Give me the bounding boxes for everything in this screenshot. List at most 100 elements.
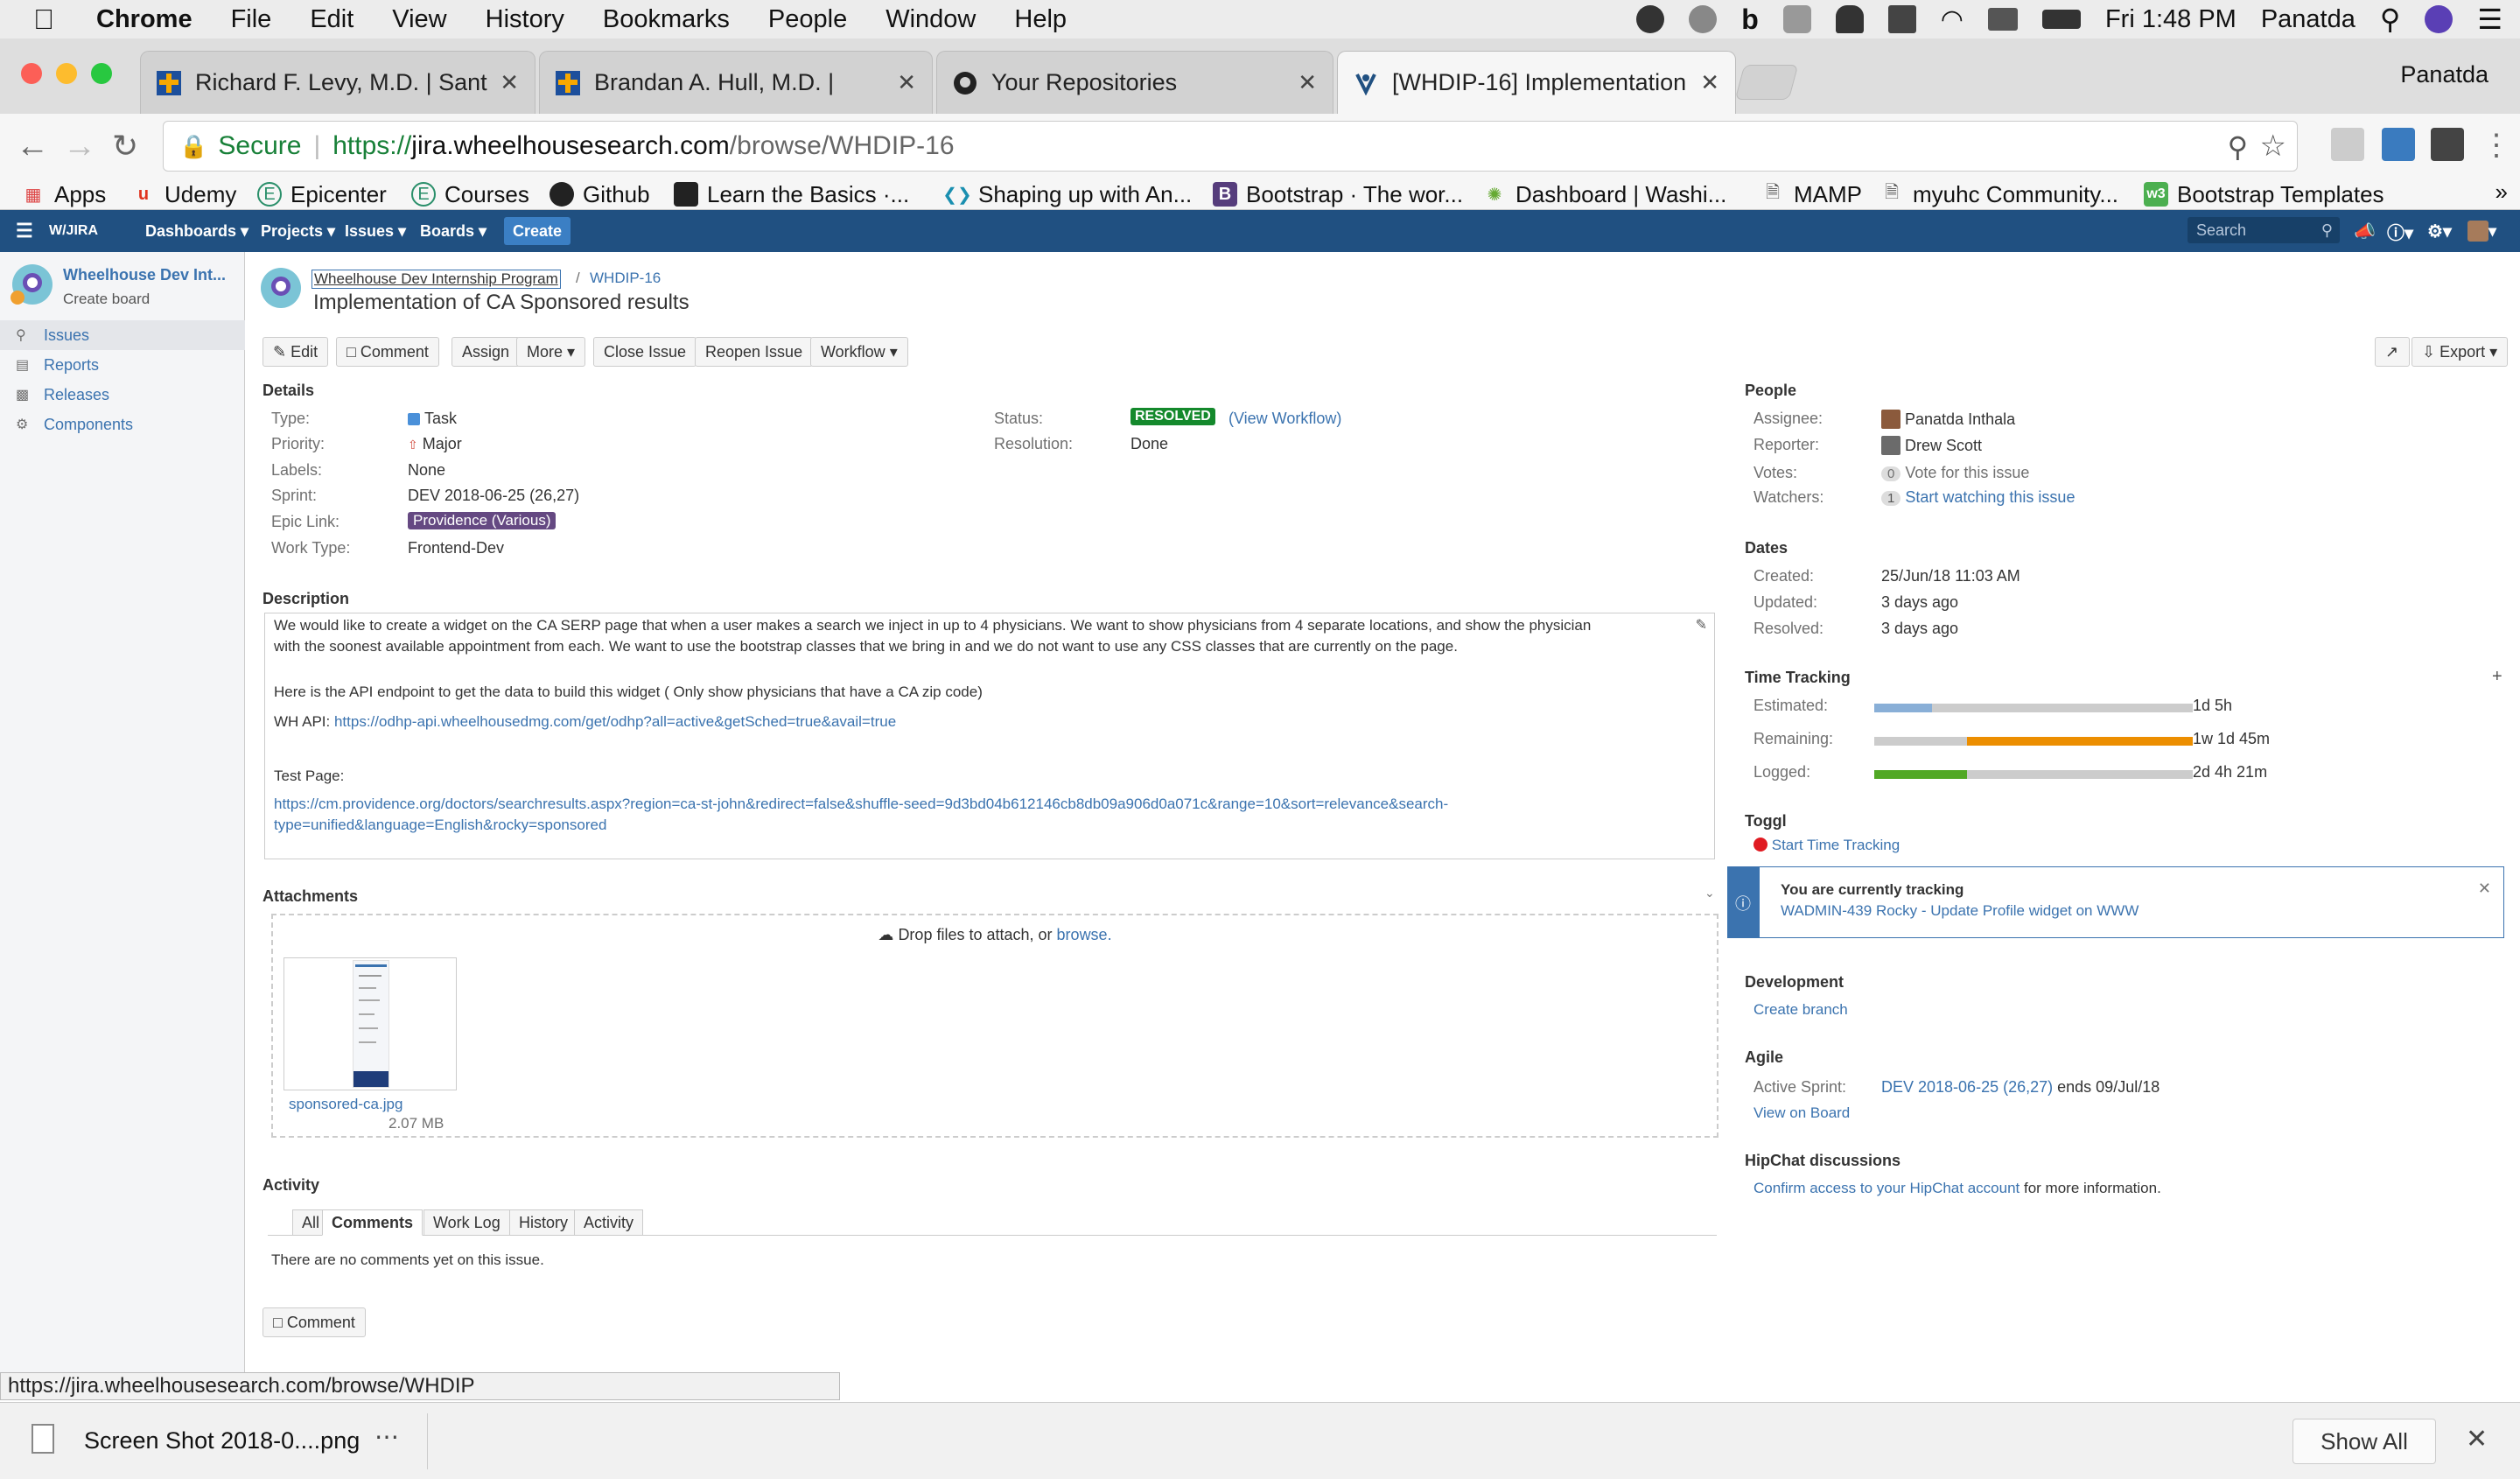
sidebar-item-components[interactable]: ⚙ Components [0, 410, 245, 439]
tab-close-icon[interactable]: ✕ [1298, 69, 1317, 96]
battery-icon[interactable] [2041, 10, 2081, 29]
tab-work-log[interactable]: Work Log [424, 1209, 510, 1236]
siri-icon[interactable] [2425, 5, 2454, 33]
nav-issues[interactable]: Issues ▾ [345, 210, 406, 252]
issue-summary[interactable]: Implementation of CA Sponsored results [313, 291, 690, 315]
create-branch-link[interactable]: Create branch [1754, 1001, 1848, 1019]
tab-close-icon[interactable]: ✕ [500, 69, 519, 96]
address-bar[interactable]: 🔒 Secure | https:// jira.wheelhousesearc… [163, 121, 2298, 172]
bookmark-shaping-up[interactable]: ❮❯ Shaping up with An... [942, 179, 1192, 210]
tab-history[interactable]: History [509, 1209, 578, 1236]
tab-comments[interactable]: Comments [322, 1209, 424, 1236]
comment-button[interactable]: □ Comment [336, 337, 439, 367]
menu-user[interactable]: Panatda [2261, 5, 2356, 34]
tab-close-icon[interactable]: ✕ [1700, 69, 1719, 96]
clock[interactable]: Fri 1:48 PM [2105, 5, 2236, 34]
creative-cloud-icon[interactable] [1636, 5, 1665, 33]
reload-icon[interactable]: ↻ [112, 128, 138, 165]
epic-link-lozenge[interactable]: Providence (Various) [408, 512, 556, 529]
bookmark-courses[interactable]: E Courses [411, 179, 529, 210]
attachment-dropzone[interactable]: ☁ Drop files to attach, or browse. spons… [271, 914, 1718, 1138]
test-page-link[interactable]: https://cm.providence.org/doctors/search… [274, 794, 1705, 836]
tracking-item-link[interactable]: WADMIN-439 Rocky - Update Profile widget… [1781, 902, 2138, 920]
description-field[interactable]: We would like to create a widget on the … [264, 613, 1715, 859]
export-button[interactable]: ⇩ Export ▾ [2412, 337, 2509, 367]
bookmark-bootstrap-templates[interactable]: w3 Bootstrap Templates [2144, 179, 2384, 210]
window-zoom-button[interactable] [91, 63, 112, 84]
forward-arrow-icon[interactable]: → [63, 128, 96, 165]
extension-menu-icon[interactable] [2431, 128, 2464, 161]
b-icon[interactable]: b [1741, 4, 1759, 36]
create-issue-button[interactable]: Create [504, 217, 570, 245]
browser-tab[interactable]: Richard F. Levy, M.D. | Santa M ✕ [140, 51, 536, 114]
grid-icon[interactable] [1887, 5, 1916, 33]
attachments-options-icon[interactable]: ⌄ [1704, 886, 1715, 901]
tab-activity[interactable]: Activity [574, 1209, 644, 1236]
close-icon[interactable]: ✕ [2478, 880, 2491, 898]
chrome-profile-name[interactable]: Panatda [2400, 61, 2488, 88]
browse-link[interactable]: browse. [1057, 926, 1112, 943]
download-options-icon[interactable]: ⋯ [374, 1422, 399, 1451]
reporter-value[interactable]: Drew Scott [1881, 436, 1982, 455]
headphones-icon[interactable] [1782, 5, 1811, 33]
menu-history[interactable]: History [486, 5, 564, 34]
view-on-board-link[interactable]: View on Board [1754, 1104, 1850, 1122]
add-comment-button[interactable]: □ Comment [262, 1307, 366, 1337]
hat-icon[interactable] [1835, 5, 1864, 33]
apple-icon[interactable]:  [33, 4, 63, 36]
view-workflow-link[interactable]: (View Workflow) [1228, 410, 1341, 428]
bookmark-mamp[interactable]: 🗎 MAMP [1760, 179, 1862, 210]
spotlight-search-icon[interactable]: ⚲ [2380, 3, 2400, 36]
window-close-button[interactable] [21, 63, 42, 84]
bookmark-learn-basics[interactable]: Learn the Basics ·... [674, 179, 909, 210]
notification-center-icon[interactable]: ☰ [2477, 3, 2502, 36]
chrome-menu-icon[interactable]: ⋮ [2482, 128, 2511, 163]
browser-tab[interactable]: Your Repositories ✕ [936, 51, 1334, 114]
bookmark-star-icon[interactable]: ☆ [2260, 129, 2286, 164]
menu-view[interactable]: View [392, 5, 446, 34]
extension-icon[interactable] [2331, 128, 2364, 161]
project-avatar[interactable] [10, 264, 52, 305]
bookmark-apps[interactable]: ▦ Apps [21, 179, 107, 210]
back-arrow-icon[interactable]: ← [16, 128, 49, 165]
menu-bookmarks[interactable]: Bookmarks [603, 5, 730, 34]
browser-tab-active[interactable]: [WHDIP-16] Implementation of ✕ [1337, 51, 1736, 114]
menu-app-name[interactable]: Chrome [96, 5, 192, 34]
toggl-start-row[interactable]: Start Time Tracking [1754, 837, 1900, 854]
sprint-value[interactable]: DEV 2018-06-25 (26,27) [408, 487, 579, 505]
bookmark-myuhc[interactable]: 🗎 myuhc Community... [1880, 179, 2118, 210]
bookmark-epicenter[interactable]: E Epicenter [257, 179, 387, 210]
tab-close-icon[interactable]: ✕ [897, 69, 916, 96]
project-name[interactable]: Wheelhouse Dev Int... [63, 266, 226, 284]
breadcrumb-issue-key[interactable]: WHDIP-16 [590, 270, 661, 287]
settings-gear-icon[interactable]: ⚙▾ [2427, 210, 2452, 252]
active-sprint-link[interactable]: DEV 2018-06-25 (26,27) [1881, 1078, 2053, 1096]
edit-pencil-icon[interactable]: ✎ [1696, 615, 1707, 636]
menu-edit[interactable]: Edit [310, 5, 354, 34]
bookmarks-overflow-icon[interactable]: » [2496, 179, 2508, 206]
cloud-icon[interactable] [1689, 5, 1718, 33]
menu-window[interactable]: Window [886, 5, 976, 34]
add-time-icon[interactable]: + [2492, 667, 2502, 687]
menu-people[interactable]: People [768, 5, 847, 34]
app-switcher-icon[interactable]: ☰ [16, 210, 33, 252]
nav-projects[interactable]: Projects ▾ [261, 210, 335, 252]
sidebar-item-issues[interactable]: ⚲ Issues [0, 320, 245, 350]
help-icon[interactable]: ⓘ▾ [2387, 210, 2413, 252]
linkedin-extension-icon[interactable] [2382, 128, 2415, 161]
feedback-icon[interactable]: 📣 [2354, 210, 2376, 252]
bookmark-dashboard[interactable]: ✺ Dashboard | Washi... [1482, 179, 1727, 210]
window-minimize-button[interactable] [56, 63, 77, 84]
new-tab-button[interactable] [1734, 65, 1799, 100]
attachment-thumbnail[interactable] [284, 957, 457, 1090]
share-icon[interactable]: ↗ [2375, 337, 2410, 367]
browser-tab[interactable]: Brandan A. Hull, M.D. | ✕ [539, 51, 933, 114]
airplay-icon[interactable] [1987, 8, 2018, 31]
hipchat-confirm-link[interactable]: Confirm access to your HipChat account [1754, 1180, 2020, 1196]
watch-link[interactable]: Start watching this issue [1905, 488, 2075, 506]
create-board-link[interactable]: Create board [63, 291, 150, 308]
sidebar-item-reports[interactable]: ▤ Reports [0, 350, 245, 380]
workflow-button[interactable]: Workflow ▾ [810, 337, 908, 367]
wifi-icon[interactable]: ◠ [1941, 4, 1964, 35]
project-avatar[interactable] [261, 268, 301, 308]
